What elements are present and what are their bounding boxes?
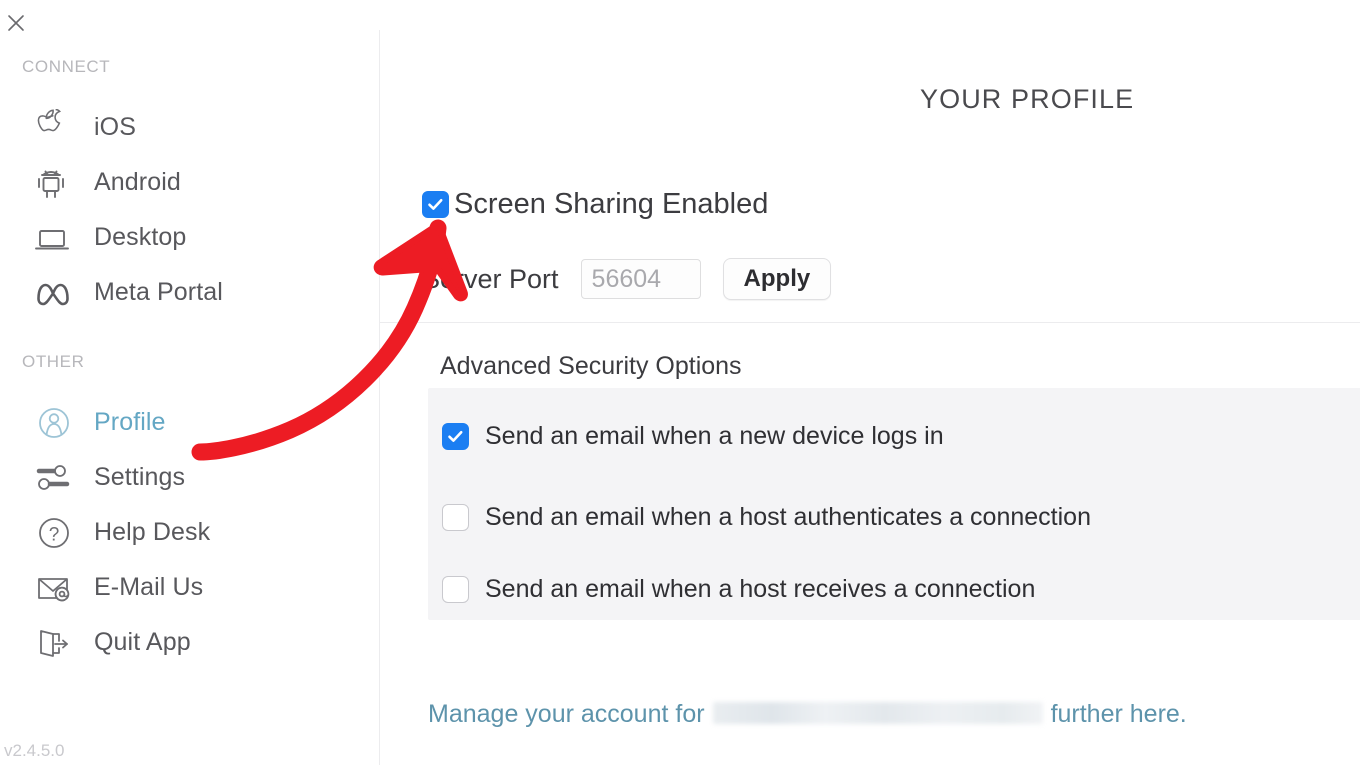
apply-button[interactable]: Apply (722, 258, 832, 300)
sidebar-item-label: Android (94, 168, 181, 196)
screen-sharing-row: Screen Sharing Enabled (422, 188, 768, 221)
sidebar-connect-list: iOS Android Desktop Meta Portal (0, 100, 380, 320)
sidebar-section-connect-label: CONNECT (22, 57, 111, 76)
host-authenticates-email-checkbox[interactable] (442, 504, 469, 531)
sidebar-item-label: Meta Portal (94, 278, 223, 306)
screen-sharing-checkbox[interactable] (422, 191, 449, 218)
main-content: YOUR PROFILE Screen Sharing Enabled Serv… (380, 0, 1360, 765)
manage-account-prefix: Manage your account for (428, 700, 705, 728)
manage-account-suffix: further here. (1050, 700, 1187, 728)
sidebar-item-help-desk[interactable]: ? Help Desk (0, 505, 380, 560)
app-window: CONNECT iOS Android Desktop Meta Portal … (0, 0, 1360, 765)
apple-icon (34, 108, 78, 148)
sidebar-item-android[interactable]: Android (0, 155, 380, 210)
close-window-button[interactable] (3, 10, 29, 36)
sidebar-item-label: Desktop (94, 223, 187, 251)
laptop-icon (34, 218, 78, 258)
sidebar-item-email-us[interactable]: E-Mail Us (0, 560, 380, 615)
sidebar-item-label: Settings (94, 463, 186, 491)
app-version: v2.4.5.0 (4, 741, 65, 760)
sliders-icon (34, 458, 78, 498)
close-icon (7, 14, 25, 32)
advanced-security-title: Advanced Security Options (440, 352, 742, 380)
host-receives-email-checkbox[interactable] (442, 576, 469, 603)
sidebar-item-ios[interactable]: iOS (0, 100, 380, 155)
svg-text:?: ? (49, 524, 60, 545)
sidebar-other-list: Profile Settings ? Help Desk E-Mail Us Q… (0, 395, 380, 670)
advanced-option-row: Send an email when a host receives a con… (442, 575, 1035, 604)
question-circle-icon: ? (34, 513, 78, 553)
manage-account-link[interactable]: Manage your account for further here. (428, 700, 1187, 729)
advanced-option-label: Send an email when a new device logs in (485, 422, 944, 450)
advanced-option-row: Send an email when a new device logs in (442, 422, 944, 451)
advanced-option-row: Send an email when a host authenticates … (442, 503, 1091, 532)
server-port-label: Server Port (422, 263, 559, 294)
server-port-input[interactable] (580, 259, 701, 299)
sidebar-item-settings[interactable]: Settings (0, 450, 380, 505)
server-port-row: Server Port Apply (422, 258, 832, 300)
envelope-at-icon (34, 568, 78, 608)
new-device-email-checkbox[interactable] (442, 423, 469, 450)
exit-door-icon (34, 623, 78, 663)
section-divider (380, 322, 1360, 323)
sidebar: CONNECT iOS Android Desktop Meta Portal … (0, 0, 380, 765)
sidebar-item-label: Profile (94, 408, 166, 436)
screen-sharing-label: Screen Sharing Enabled (454, 188, 769, 220)
advanced-option-label: Send an email when a host receives a con… (485, 575, 1036, 603)
sidebar-item-quit-app[interactable]: Quit App (0, 615, 380, 670)
person-circle-icon (34, 403, 78, 443)
page-title: YOUR PROFILE (920, 84, 1135, 114)
sidebar-item-label: Quit App (94, 628, 191, 656)
advanced-option-label: Send an email when a host authenticates … (485, 503, 1091, 531)
android-icon (34, 163, 78, 203)
sidebar-item-desktop[interactable]: Desktop (0, 210, 380, 265)
redacted-email (712, 702, 1043, 724)
sidebar-item-label: iOS (94, 113, 136, 141)
sidebar-section-other-label: OTHER (22, 352, 85, 371)
sidebar-item-label: E-Mail Us (94, 573, 204, 601)
sidebar-item-label: Help Desk (94, 518, 211, 546)
meta-icon (34, 273, 78, 313)
sidebar-item-profile[interactable]: Profile (0, 395, 380, 450)
sidebar-item-meta-portal[interactable]: Meta Portal (0, 265, 380, 320)
